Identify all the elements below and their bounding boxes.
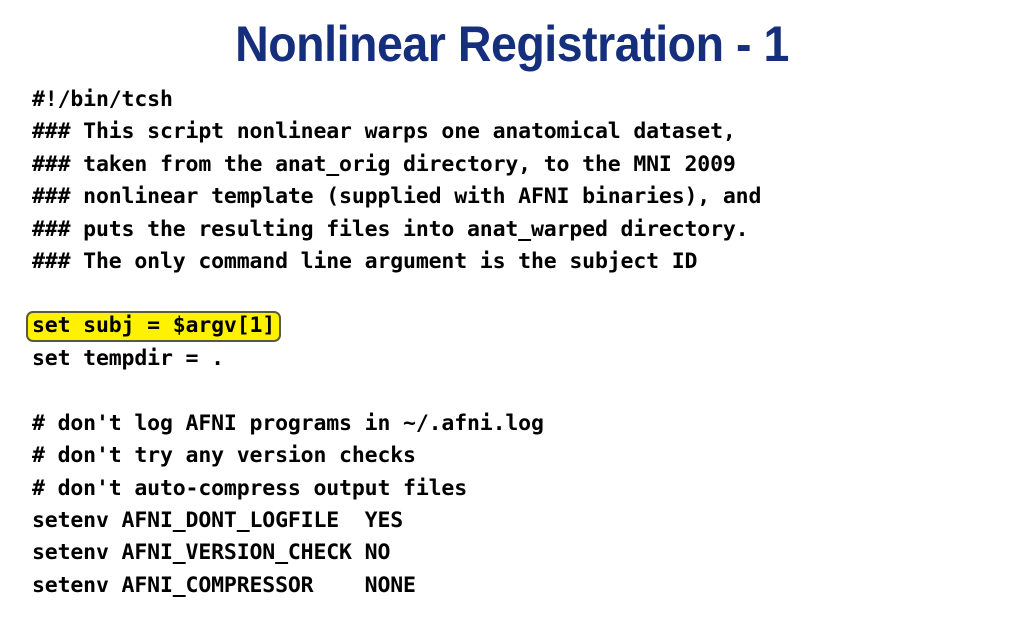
code-line: ### nonlinear template (supplied with AF… [32,184,762,210]
code-line: # don't try any version checks [32,443,416,469]
code-line: setenv AFNI_VERSION_CHECK NO [32,540,391,566]
code-line-highlighted: set subj = $argv[1] [26,310,1012,343]
code-line: ### The only command line argument is th… [32,248,698,274]
code-line: set tempdir = . [32,346,224,372]
code-line: # don't log AFNI programs in ~/.afni.log [32,410,544,436]
code-line: ### This script nonlinear warps one anat… [32,119,736,145]
code-line: ### taken from the anat_orig directory, … [32,151,736,177]
slide-canvas: Nonlinear Registration - 1 #!/bin/tcsh ##… [0,0,1024,640]
highlight-box: set subj = $argv[1] [26,310,282,342]
code-line: # don't auto-compress output files [32,475,467,501]
code-line: #!/bin/tcsh [32,87,173,112]
code-block: #!/bin/tcsh ### This script nonlinear war… [26,84,1012,602]
code-line: ### puts the resulting files into anat_w… [32,216,749,242]
code-line: setenv AFNI_COMPRESSOR NONE [32,572,416,598]
code-line: setenv AFNI_DONT_LOGFILE YES [32,508,404,534]
page-title: Nonlinear Registration - 1 [235,16,789,72]
